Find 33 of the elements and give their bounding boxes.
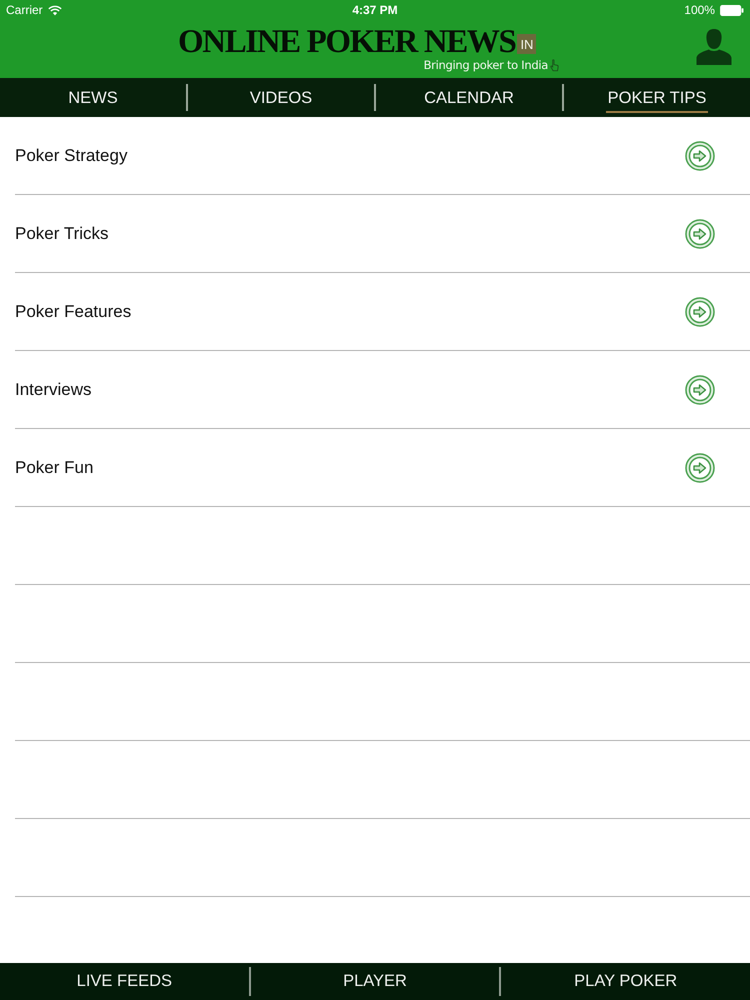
- arrow-circle-icon: [685, 218, 715, 248]
- list-item-label: Poker Features: [15, 302, 132, 322]
- arrow-circle-icon: [685, 374, 715, 404]
- list-item-label: Interviews: [15, 380, 92, 400]
- pointing-hand-icon: [550, 58, 559, 72]
- logo-badge: IN: [517, 34, 536, 54]
- tab[interactable]: CALENDAR: [422, 84, 516, 112]
- arrow-circle-icon: [685, 452, 715, 482]
- list-item[interactable]: Poker Strategy: [15, 117, 750, 195]
- list-item-label: Poker Fun: [15, 458, 94, 478]
- logo-tagline: Bringing poker to India: [424, 58, 548, 72]
- arrow-circle-icon: [685, 140, 715, 170]
- list-item[interactable]: Poker Tricks: [15, 195, 750, 273]
- tab[interactable]: VIDEOS: [248, 84, 314, 112]
- list-item[interactable]: Interviews: [15, 351, 750, 429]
- tab[interactable]: POKER TIPS: [606, 84, 708, 112]
- carrier-name: Carrier: [6, 3, 43, 17]
- arrow-circle-icon: [685, 296, 715, 326]
- bottom-tab[interactable]: LIVE FEEDS: [72, 970, 176, 993]
- list-item[interactable]: Poker Fun: [15, 429, 750, 507]
- list-item-label: Poker Tricks: [15, 224, 109, 244]
- wifi-icon: [48, 4, 62, 16]
- bottom-tab[interactable]: PLAY POKER: [570, 970, 682, 993]
- battery-icon: [720, 4, 744, 16]
- person-silhouette-icon: [695, 28, 733, 66]
- clock-time: 4:37 PM: [352, 3, 398, 17]
- battery-percent: 100%: [684, 3, 715, 17]
- list-item-label: Poker Strategy: [15, 146, 128, 166]
- tab[interactable]: NEWS: [66, 84, 120, 112]
- list-item[interactable]: Poker Features: [15, 273, 750, 351]
- logo-wordmark: ONLINE POKER NEWS: [178, 26, 516, 58]
- profile-button[interactable]: [695, 28, 733, 66]
- bottom-tab[interactable]: PLAYER: [339, 970, 411, 993]
